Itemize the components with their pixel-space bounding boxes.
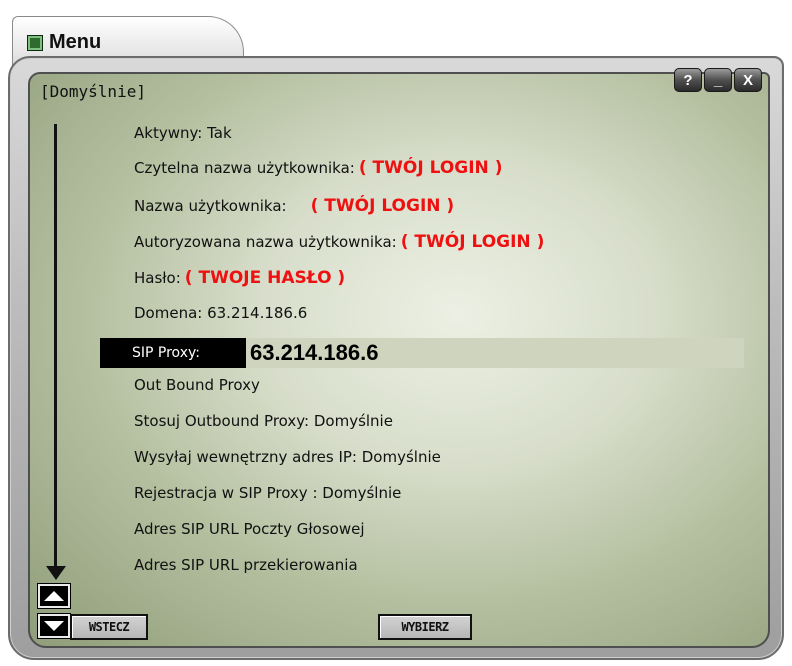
- setting-send-internal-ip[interactable]: Wysyłaj wewnętrzny adres IP: Domyślnie: [134, 448, 441, 466]
- up-arrow-icon: [44, 591, 64, 601]
- setting-display-name-label: Czytelna nazwa użytkownika:: [134, 159, 355, 177]
- setting-auth-name[interactable]: Autoryzowana nazwa użytkownika:( TWÓJ LO…: [134, 232, 544, 252]
- setting-forward-url[interactable]: Adres SIP URL przekierowania: [134, 556, 358, 574]
- select-button[interactable]: WYBIERZ: [378, 614, 472, 640]
- setting-display-name-value: ( TWÓJ LOGIN ): [358, 158, 503, 178]
- setting-active[interactable]: Aktywny: Tak: [134, 124, 232, 142]
- setting-sip-registration[interactable]: Rejestracja w SIP Proxy : Domyślnie: [134, 484, 401, 502]
- scroll-down-button[interactable]: [37, 613, 71, 639]
- sip-proxy-label: SIP Proxy:: [100, 338, 246, 368]
- setting-domain[interactable]: Domena: 63.214.186.6: [134, 304, 307, 322]
- setting-auth-name-label: Autoryzowana nazwa użytkownika:: [134, 233, 397, 251]
- profile-header: [Domyślnie]: [40, 82, 146, 101]
- help-button[interactable]: ?: [674, 68, 702, 92]
- down-arrow-icon: [44, 621, 64, 631]
- minimize-button[interactable]: _: [704, 68, 732, 92]
- setting-username[interactable]: Nazwa użytkownika: ( TWÓJ LOGIN ): [134, 196, 454, 216]
- setting-display-name[interactable]: Czytelna nazwa użytkownika:( TWÓJ LOGIN …: [134, 158, 502, 178]
- setting-password-label: Hasło:: [134, 269, 181, 287]
- setting-auth-name-value: ( TWÓJ LOGIN ): [400, 232, 545, 252]
- setting-use-outbound-proxy[interactable]: Stosuj Outbound Proxy: Domyślnie: [134, 412, 393, 430]
- scroll-up-button[interactable]: [37, 583, 71, 609]
- setting-password-value: ( TWOJE HASŁO ): [184, 268, 346, 288]
- close-button[interactable]: X: [734, 68, 762, 92]
- menu-app-icon: [27, 35, 43, 51]
- scroll-down-arrow-icon: [46, 566, 66, 580]
- sip-proxy-value[interactable]: 63.214.186.6: [250, 338, 378, 368]
- scroll-indicator-line: [54, 124, 57, 568]
- setting-voicemail-url[interactable]: Adres SIP URL Poczty Głosowej: [134, 520, 365, 538]
- menu-tab-title: Menu: [49, 31, 102, 53]
- setting-username-value: ( TWÓJ LOGIN ): [310, 196, 455, 216]
- setting-username-label: Nazwa użytkownika:: [134, 197, 287, 215]
- setting-outbound-proxy[interactable]: Out Bound Proxy: [134, 376, 260, 394]
- setting-password[interactable]: Hasło:( TWOJE HASŁO ): [134, 268, 345, 288]
- back-button[interactable]: WSTECZ: [70, 614, 148, 640]
